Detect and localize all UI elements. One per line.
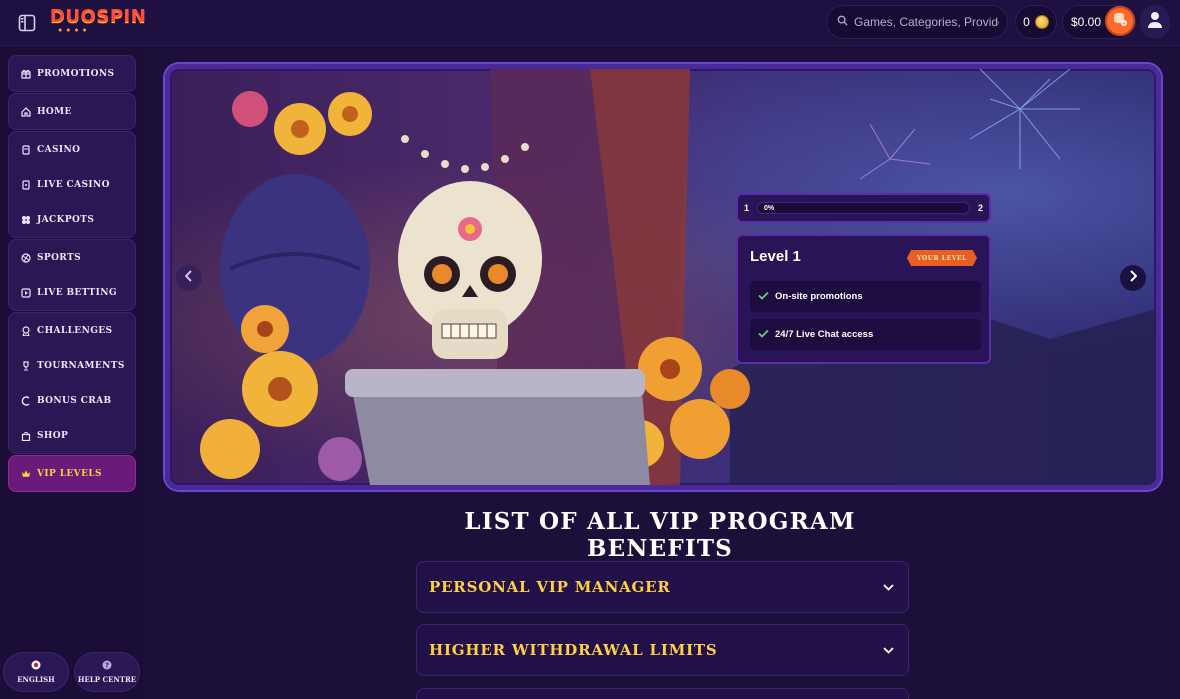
- sidebar-footer: ENGLISH ? HELP CENTRE: [0, 646, 143, 699]
- sidebar-item-promotions[interactable]: PROMOTIONS: [9, 56, 135, 91]
- nav-group-home: HOME: [8, 93, 136, 130]
- sidebar-item-live-betting[interactable]: LIVE BETTING: [9, 275, 135, 310]
- benefit-accordion-item[interactable]: PERSONAL VIP MANAGER: [416, 561, 909, 613]
- shopping-bag-icon: [21, 431, 31, 441]
- search-input[interactable]: [854, 15, 999, 29]
- progress-from-level: 1: [744, 203, 750, 213]
- nav-group-casino: CASINO LIVE CASINO JACKPOTS: [8, 131, 136, 238]
- sidebar-item-home[interactable]: HOME: [9, 94, 135, 129]
- your-level-badge: YOUR LEVEL: [906, 250, 977, 266]
- sidebar-item-jackpots[interactable]: JACKPOTS: [9, 202, 135, 237]
- crown-icon: [21, 469, 31, 479]
- claw-icon: [21, 395, 31, 406]
- medal-icon: [21, 325, 31, 336]
- sidebar-item-label: PROMOTIONS: [37, 68, 115, 79]
- sidebar-item-shop[interactable]: SHOP: [9, 418, 135, 453]
- sidebar: PROMOTIONS HOME CASINO LIVE CASINO JACKP…: [0, 46, 143, 699]
- sidebar-item-label: CASINO: [37, 144, 81, 155]
- accordion-label: HIGHER WITHDRAWAL LIMITS: [429, 641, 718, 659]
- user-avatar[interactable]: [1140, 5, 1170, 39]
- svg-text:+: +: [1122, 21, 1126, 27]
- nav-group-vip: VIP LEVELS: [8, 455, 136, 492]
- balance-amount: $0.00: [1071, 15, 1102, 29]
- sidebar-item-label: BONUS CRAB: [37, 395, 112, 406]
- sidebar-item-label: SHOP: [37, 430, 69, 441]
- help-icon: ?: [102, 660, 112, 672]
- check-icon: [758, 291, 769, 303]
- sidebar-item-label: CHALLENGES: [37, 325, 113, 336]
- user-icon: [1147, 11, 1163, 34]
- banner-next-button[interactable]: [1120, 265, 1146, 291]
- ball-icon: [21, 252, 31, 263]
- sidebar-item-label: JACKPOTS: [37, 214, 95, 225]
- search-box[interactable]: [826, 5, 1008, 39]
- sidebar-item-label: HOME: [37, 106, 72, 117]
- slot-machine-icon: [21, 144, 31, 155]
- check-icon: [758, 329, 769, 341]
- benefit-label: On-site promotions: [775, 291, 863, 302]
- sidebar-item-label: LIVE CASINO: [37, 179, 110, 190]
- language-selector[interactable]: ENGLISH: [3, 652, 69, 692]
- sidebar-item-label: TOURNAMENTS: [37, 360, 125, 371]
- wallet-button[interactable]: +: [1105, 6, 1135, 36]
- coins-counter[interactable]: 0: [1015, 5, 1057, 39]
- top-bar: DUOSPIN ● ● ● ● 0 $0.00 +: [0, 0, 1180, 46]
- help-label: HELP CENTRE: [77, 675, 137, 684]
- play-icon: [21, 287, 31, 298]
- help-centre-button[interactable]: ? HELP CENTRE: [74, 652, 140, 692]
- chevron-down-icon: [883, 641, 894, 659]
- sidebar-item-label: VIP LEVELS: [37, 468, 102, 479]
- progress-to-level: 2: [977, 203, 983, 213]
- search-icon: [837, 13, 848, 31]
- chevron-left-icon: [184, 269, 193, 287]
- card-icon: [21, 179, 31, 190]
- chevron-right-icon: [1129, 269, 1138, 287]
- gift-icon: [21, 69, 31, 79]
- home-icon: [21, 106, 31, 117]
- progress-percent: 0%: [764, 204, 775, 212]
- benefits-section-title: LIST OF ALL VIP PROGRAM BENEFITS: [464, 508, 856, 562]
- sidebar-item-label: LIVE BETTING: [37, 287, 117, 298]
- svg-text:?: ?: [105, 662, 109, 670]
- nav-group-promotions: PROMOTIONS: [8, 55, 136, 92]
- level-progress: 1 0% 2: [736, 193, 991, 223]
- sidebar-item-label: SPORTS: [37, 252, 82, 263]
- sidebar-item-tournaments[interactable]: TOURNAMENTS: [9, 348, 135, 383]
- benefit-accordion-item[interactable]: HIGHER WITHDRAWAL LIMITS: [416, 624, 909, 676]
- flag-icon: [31, 660, 41, 672]
- sidebar-item-sports[interactable]: SPORTS: [9, 240, 135, 275]
- trophy-icon: [21, 360, 31, 371]
- sidebar-item-vip-levels[interactable]: VIP LEVELS: [9, 456, 135, 491]
- level-card: Level 1 YOUR LEVEL On-site promotions 24…: [736, 234, 991, 364]
- logo-decoration: ● ● ● ●: [58, 27, 88, 34]
- progress-bar: 0%: [757, 202, 970, 214]
- accordion-label: PERSONAL VIP MANAGER: [429, 578, 671, 596]
- sidebar-item-bonus-crab[interactable]: BONUS CRAB: [9, 383, 135, 418]
- nav-group-challenges: CHALLENGES TOURNAMENTS BONUS CRAB SHOP: [8, 312, 136, 454]
- coin-icon: [1034, 15, 1049, 29]
- sidebar-item-live-casino[interactable]: LIVE CASINO: [9, 167, 135, 202]
- vip-banner: 1 0% 2 Level 1 YOUR LEVEL On-site promot…: [165, 64, 1161, 490]
- nav-group-sports: SPORTS LIVE BETTING: [8, 239, 136, 311]
- benefit-accordion-item[interactable]: [416, 688, 909, 699]
- coins-count: 0: [1023, 15, 1030, 29]
- day-of-dead-illustration: [200, 69, 1156, 485]
- language-label: ENGLISH: [17, 675, 55, 684]
- sidebar-item-casino[interactable]: CASINO: [9, 132, 135, 167]
- benefit-label: 24/7 Live Chat access: [775, 329, 874, 340]
- level-benefit: On-site promotions: [750, 281, 981, 312]
- sidebar-item-challenges[interactable]: CHALLENGES: [9, 313, 135, 348]
- sidebar-toggle-icon[interactable]: [14, 10, 40, 36]
- coin-stack-icon: +: [1112, 11, 1128, 32]
- jackpot-icon: [21, 215, 31, 225]
- chevron-down-icon: [883, 578, 894, 596]
- level-benefit: 24/7 Live Chat access: [750, 319, 981, 350]
- banner-prev-button[interactable]: [176, 265, 202, 291]
